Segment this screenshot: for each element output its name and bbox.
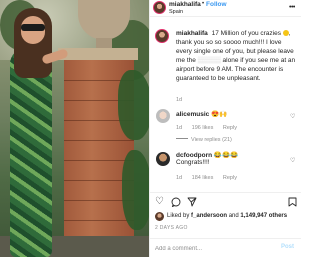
comment-2-text: Congrats!!!! [176, 159, 210, 166]
caption-timestamp[interactable]: 1d [176, 97, 182, 103]
follow-button[interactable]: Follow [206, 1, 227, 8]
share-paper-plane-icon[interactable] [187, 197, 197, 210]
likes-summary: Liked by f_andersoon and 1,149,947 other… [167, 213, 287, 219]
post-header: miakhalifa • Follow Spain ••• [150, 0, 301, 17]
more-options-icon[interactable]: ••• [289, 4, 295, 11]
photo-person-dress [10, 48, 52, 257]
comment-like-heart-icon[interactable]: ♡ [290, 157, 295, 164]
comment-meta: 1d 196 likes Reply [176, 125, 245, 131]
liker-avatar[interactable] [155, 212, 164, 221]
comment-2: dcfoodporn 😂😂😂 [176, 151, 238, 159]
comment-bubble-svg [171, 197, 181, 208]
comment-emoji: 😂😂😂 [213, 152, 239, 159]
comment-username[interactable]: dcfoodporn [176, 152, 212, 159]
comment-bubble-icon[interactable] [171, 197, 181, 210]
likes-others-count[interactable]: 1,149,947 others [240, 213, 287, 219]
commenter-avatar[interactable] [156, 152, 170, 166]
view-replies-button[interactable]: View replies (21) [176, 137, 232, 143]
photo-brick-line [64, 220, 134, 221]
author-avatar[interactable] [153, 1, 166, 14]
comment-like-heart-icon[interactable]: ♡ [290, 113, 295, 120]
post-actions-bar: ♡ [150, 192, 301, 210]
comment-time[interactable]: 1d [176, 125, 182, 131]
comment-reply-button[interactable]: Reply [223, 125, 237, 131]
comment-meta: 1d 184 likes Reply [176, 175, 245, 181]
author-username[interactable]: miakhalifa [169, 1, 201, 8]
add-comment-bar: Post [150, 238, 301, 257]
post-date[interactable]: 2 DAYS AGO [155, 225, 188, 231]
view-replies-label: View replies (21) [191, 137, 232, 143]
liker-username[interactable]: f_andersoon [191, 213, 227, 219]
bookmark-svg [288, 197, 297, 207]
bookmark-icon[interactable] [288, 197, 297, 210]
share-svg [187, 197, 197, 207]
caption-censored: ▒▒▒▒▒ [197, 57, 221, 64]
photo-brick-line [64, 140, 134, 141]
comment-username[interactable]: alicemusic [176, 111, 209, 118]
likes-connector: and [228, 213, 239, 219]
comment-emoji: 😍🙌 [211, 111, 228, 118]
post-comment-button[interactable]: Post [281, 244, 294, 250]
comment-reply-button[interactable]: Reply [223, 175, 237, 181]
caption-username[interactable]: miakhalifa [176, 30, 208, 37]
separator-dot: • [202, 1, 205, 7]
photo-leaves [118, 70, 149, 140]
commenter-avatar[interactable] [156, 109, 170, 123]
comment-likes[interactable]: 196 likes [192, 125, 214, 131]
post-details-panel: miakhalifa • Follow Spain ••• miakhalifa… [149, 0, 301, 257]
comment-time[interactable]: 1d [176, 175, 182, 181]
location-link[interactable]: Spain [169, 9, 183, 15]
comment-1: alicemusic 😍🙌 [176, 110, 227, 118]
post-caption: miakhalifa 17 Million of you crazies , t… [176, 29, 298, 83]
add-comment-input[interactable] [155, 244, 265, 253]
photo-leaves [122, 150, 149, 230]
likes-prefix: Liked by [167, 213, 190, 219]
like-heart-icon[interactable]: ♡ [155, 197, 164, 207]
post-photo[interactable] [0, 0, 149, 257]
replies-divider-line [176, 138, 188, 139]
photo-person-sunglasses [21, 24, 45, 31]
comment-likes[interactable]: 184 likes [192, 175, 214, 181]
caption-text-1: 17 Million of you crazies [211, 30, 281, 37]
caption-author-avatar[interactable] [155, 29, 169, 43]
photo-pillar-cap [58, 48, 138, 60]
